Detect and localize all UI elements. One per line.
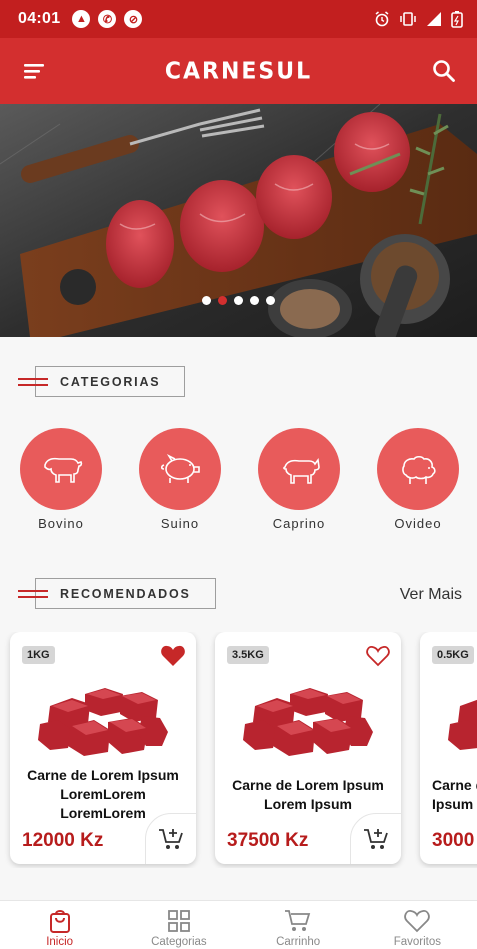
- product-price: 3000: [432, 830, 475, 851]
- nav-label: Carrinho: [276, 936, 321, 948]
- meat-cubes-image: [38, 688, 168, 756]
- product-name: Carne de Lorem Ipsum Lorem Ipsum: [232, 777, 384, 812]
- heart-icon: [404, 910, 431, 933]
- signal-icon: [427, 12, 441, 26]
- nav-label: Favoritos: [393, 936, 442, 948]
- banner-dot[interactable]: [250, 296, 259, 305]
- categories-section-header: CATEGORIAS: [18, 366, 186, 397]
- category-label: Suino: [160, 516, 200, 531]
- battery-icon: [451, 11, 463, 28]
- product-card[interactable]: 0.5KG Carne de Lorem Ipsum Lorem 3000: [420, 632, 477, 864]
- nav-carrinho[interactable]: Carrinho: [239, 901, 358, 949]
- category-label: Caprino: [272, 516, 326, 531]
- product-price: 12000 Kz: [22, 830, 104, 851]
- product-card[interactable]: 1KG Carne de Lorem Ipsum LoremLorem Lore…: [10, 632, 196, 864]
- alarm-icon: [375, 11, 389, 27]
- weight-badge: 3.5KG: [227, 646, 269, 664]
- app-bar: CARNESUL: [0, 38, 477, 104]
- recommended-title: RECOMENDADOS: [35, 578, 216, 609]
- add-to-cart-button[interactable]: [350, 813, 401, 864]
- banner-pagination: [0, 296, 477, 305]
- product-name: Carne de Lorem Ipsum Lorem: [432, 777, 477, 812]
- nav-inicio[interactable]: Inicio: [0, 901, 119, 949]
- app-logo: CARNESUL: [164, 57, 313, 85]
- vibrate-icon: [400, 12, 416, 26]
- weight-badge: 1KG: [22, 646, 55, 664]
- category-label: Bovino: [38, 516, 84, 531]
- goat-icon: [258, 428, 340, 510]
- bottom-navigation: Inicio Categorias Carrinho Favoritos: [0, 900, 477, 949]
- promo-banner[interactable]: [0, 104, 477, 337]
- add-to-cart-icon: [364, 829, 388, 849]
- product-price: 37500 Kz: [227, 830, 309, 851]
- meat-cubes-image: [243, 688, 373, 756]
- add-to-cart-button[interactable]: [145, 813, 196, 864]
- grid-icon: [167, 910, 190, 932]
- nav-label: Categorias: [151, 936, 207, 948]
- recommended-section-header: RECOMENDADOS: [18, 578, 216, 609]
- banner-dot[interactable]: [218, 296, 227, 305]
- whatsapp-icon: ✆: [98, 10, 117, 28]
- status-time: 04:01: [18, 10, 61, 27]
- category-caprino[interactable]: Caprino: [244, 428, 354, 531]
- category-ovideo[interactable]: Ovideo: [363, 428, 473, 531]
- add-to-cart-icon: [159, 829, 183, 849]
- banner-dot[interactable]: [202, 296, 211, 305]
- hamburger-menu-icon[interactable]: [22, 60, 48, 82]
- banner-dot[interactable]: [266, 296, 275, 305]
- categories-row: Bovino Suino Caprino Ovideo: [0, 428, 477, 538]
- product-card[interactable]: 3.5KG Carne de Lorem Ipsum Lorem Ipsum 3…: [215, 632, 401, 864]
- pig-icon: [139, 428, 221, 510]
- nav-label: Inicio: [46, 936, 74, 948]
- nav-categorias[interactable]: Categorias: [119, 901, 238, 949]
- heart-outline-icon[interactable]: [365, 644, 391, 668]
- status-bar: 04:01 ▲ ✆ ⊘: [0, 0, 477, 38]
- recommended-products: 1KG Carne de Lorem Ipsum LoremLorem Lore…: [0, 632, 477, 868]
- weight-badge: 0.5KG: [432, 646, 474, 664]
- cart-icon: [285, 910, 311, 931]
- search-icon[interactable]: [431, 58, 457, 84]
- heart-filled-icon[interactable]: [160, 644, 186, 668]
- cow-icon: [20, 428, 102, 510]
- nav-favoritos[interactable]: Favoritos: [358, 901, 477, 949]
- bag-icon: [49, 910, 70, 933]
- category-label: Ovideo: [394, 516, 442, 531]
- see-more-link[interactable]: Ver Mais: [400, 586, 462, 604]
- section-lines-icon: [18, 375, 48, 389]
- category-bovino[interactable]: Bovino: [6, 428, 116, 531]
- meat-cubes-image: [448, 699, 477, 750]
- sheep-icon: [377, 428, 459, 510]
- categories-title: CATEGORIAS: [35, 366, 186, 397]
- category-suino[interactable]: Suino: [125, 428, 235, 531]
- vpn-icon: ▲: [72, 10, 91, 28]
- section-lines-icon: [18, 587, 48, 601]
- circle-icon: ⊘: [124, 10, 143, 28]
- banner-dot[interactable]: [234, 296, 243, 305]
